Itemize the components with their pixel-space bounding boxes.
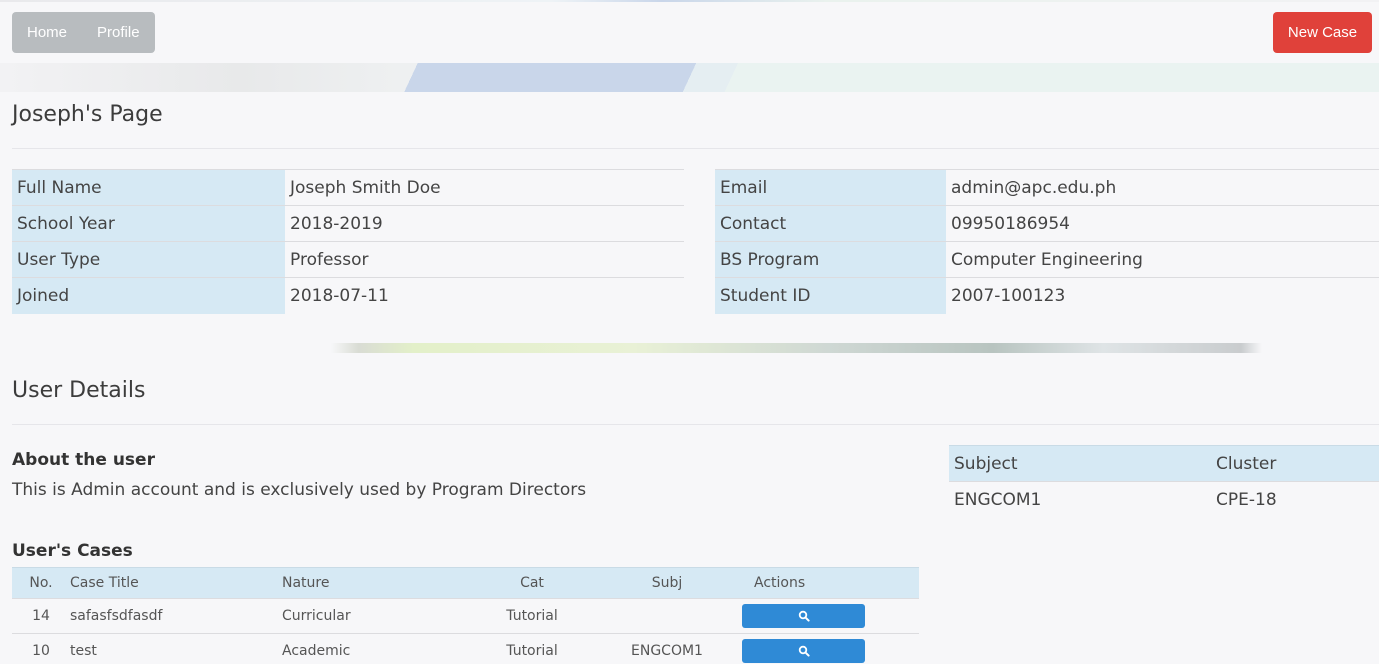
search-icon	[798, 646, 810, 657]
column-header: Subject	[949, 445, 1211, 482]
section-title-user-details: User Details	[12, 378, 146, 403]
table-row: Joined 2018-07-11	[12, 277, 684, 314]
case-nature: Academic	[282, 633, 472, 664]
column-header: No.	[12, 567, 70, 599]
field-value: Professor	[285, 241, 684, 278]
field-label: BS Program	[715, 241, 946, 278]
field-value: 2007-100123	[946, 277, 1379, 314]
new-case-button[interactable]: New Case	[1273, 12, 1372, 53]
table-row: School Year 2018-2019	[12, 205, 684, 242]
about-text: This is Admin account and is exclusively…	[12, 480, 587, 500]
field-label: Student ID	[715, 277, 946, 314]
case-number: 10	[12, 633, 70, 664]
field-value: admin@apc.edu.ph	[946, 169, 1379, 206]
table-row: 14 safasfsdfasdf Curricular Tutorial	[12, 598, 919, 634]
table-row: Contact 09950186954	[715, 205, 1379, 242]
cases-heading: User's Cases	[12, 541, 133, 561]
case-actions	[742, 633, 919, 664]
case-category: Tutorial	[472, 633, 592, 664]
about-heading: About the user	[12, 450, 155, 470]
banner-decor	[0, 63, 1379, 92]
case-number: 14	[12, 598, 70, 634]
view-case-button[interactable]	[742, 639, 865, 664]
subject-code: ENGCOM1	[949, 481, 1211, 518]
column-header: Actions	[742, 567, 919, 599]
field-label: Contact	[715, 205, 946, 242]
cases-table: No. Case Title Nature Cat Subj Actions 1…	[12, 567, 919, 664]
field-value: 09950186954	[946, 205, 1379, 242]
profile-table-left: Full Name Joseph Smith Doe School Year 2…	[12, 169, 684, 314]
table-row: ENGCOM1 CPE-18	[949, 481, 1379, 518]
field-value: Computer Engineering	[946, 241, 1379, 278]
table-row: Email admin@apc.edu.ph	[715, 169, 1379, 206]
column-header: Cluster	[1211, 445, 1379, 482]
case-nature: Curricular	[282, 598, 472, 634]
view-case-button[interactable]	[742, 604, 865, 628]
table-row: 10 test Academic Tutorial ENGCOM1	[12, 633, 919, 664]
case-title: safasfsdfasdf	[70, 598, 282, 634]
field-label: User Type	[12, 241, 285, 278]
column-header: Case Title	[70, 567, 282, 599]
field-label: School Year	[12, 205, 285, 242]
subjects-table: Subject Cluster ENGCOM1 CPE-18	[949, 445, 1379, 518]
column-header: Cat	[472, 567, 592, 599]
page-title: Joseph's Page	[12, 102, 163, 127]
case-title: test	[70, 633, 282, 664]
navbar: Home Profile New Case	[0, 2, 1379, 63]
table-row: Full Name Joseph Smith Doe	[12, 169, 684, 206]
subject-cluster: CPE-18	[1211, 481, 1379, 518]
profile-table-right: Email admin@apc.edu.ph Contact 099501869…	[715, 169, 1379, 314]
field-label: Full Name	[12, 169, 285, 206]
divider	[12, 424, 1379, 425]
case-category: Tutorial	[472, 598, 592, 634]
field-label: Email	[715, 169, 946, 206]
column-header: Nature	[282, 567, 472, 599]
search-icon	[798, 610, 810, 622]
column-header: Subj	[592, 567, 742, 599]
profile-button[interactable]: Profile	[82, 12, 155, 53]
case-subject	[592, 598, 742, 634]
table-header-row: Subject Cluster	[949, 445, 1379, 482]
case-subject: ENGCOM1	[592, 633, 742, 664]
field-value: Joseph Smith Doe	[285, 169, 684, 206]
field-value: 2018-2019	[285, 205, 684, 242]
field-value: 2018-07-11	[285, 277, 684, 314]
divider	[12, 148, 1379, 149]
table-header-row: No. Case Title Nature Cat Subj Actions	[12, 567, 919, 599]
table-row: Student ID 2007-100123	[715, 277, 1379, 314]
table-row: User Type Professor	[12, 241, 684, 278]
field-label: Joined	[12, 277, 285, 314]
table-row: BS Program Computer Engineering	[715, 241, 1379, 278]
case-actions	[742, 598, 919, 634]
home-button[interactable]: Home	[12, 12, 82, 53]
banner-decor	[0, 343, 1379, 353]
nav-group: Home Profile	[12, 12, 155, 53]
